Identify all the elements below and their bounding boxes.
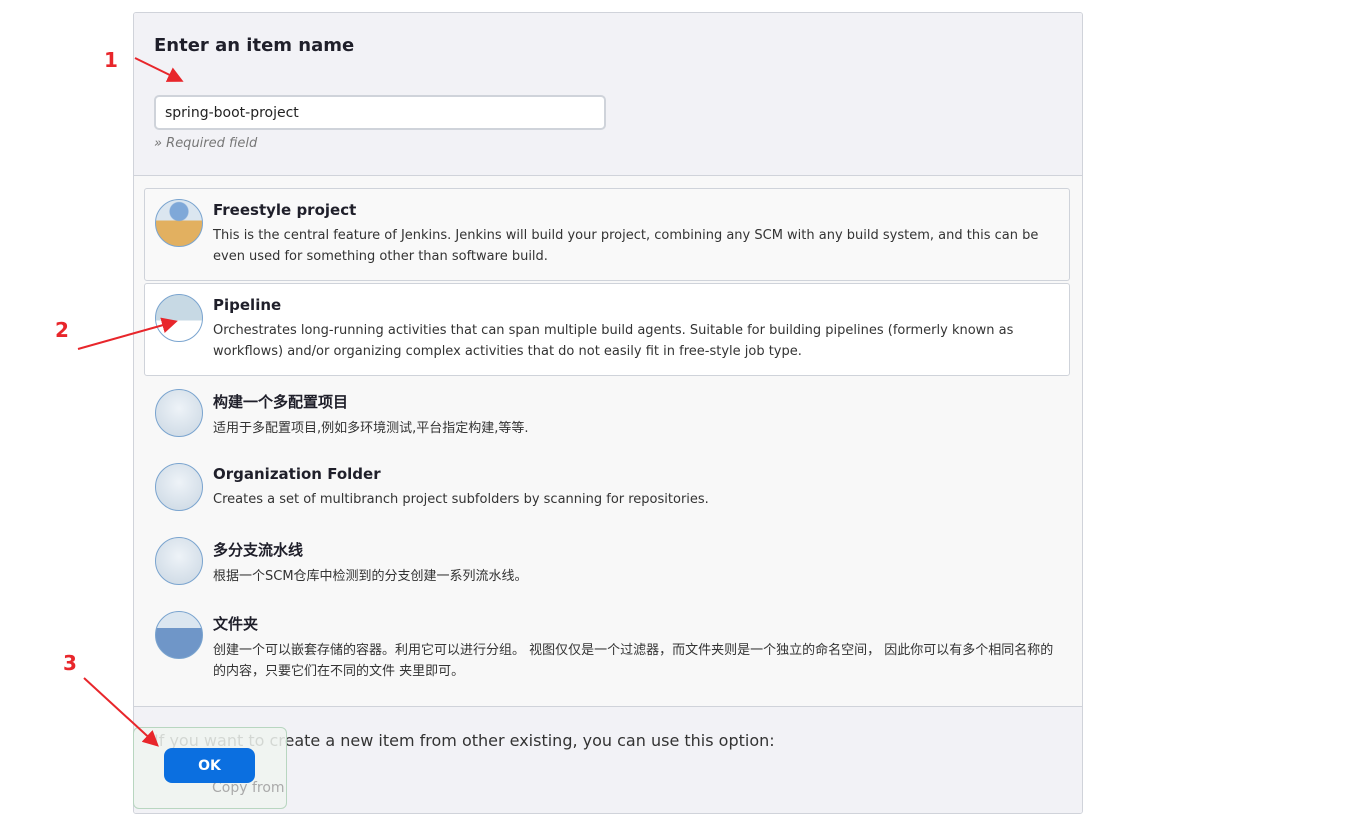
arrow-2 [77,317,178,350]
annotation-arrows [77,57,184,747]
arrow-1 [134,57,184,82]
arrow-3 [83,677,159,747]
